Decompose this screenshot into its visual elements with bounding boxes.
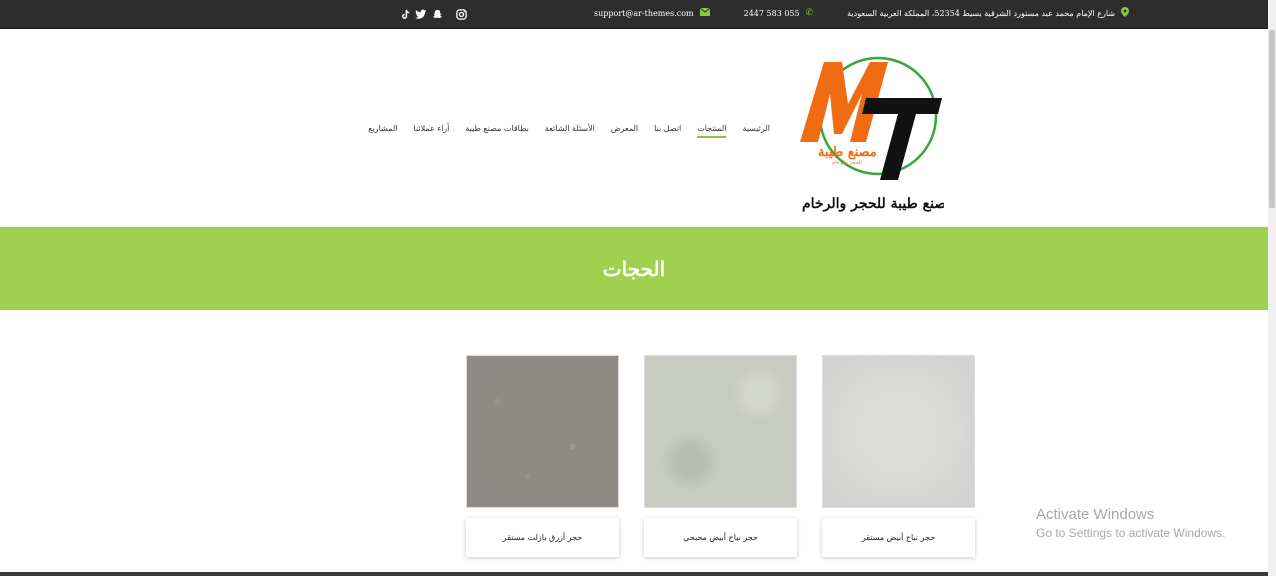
top-bar: support@ar-themes.com 2447 583 055 ✆ شار… <box>0 0 1268 29</box>
product-swatch <box>645 356 796 507</box>
instagram-icon[interactable] <box>455 8 467 20</box>
product-swatch <box>467 356 618 507</box>
product-name[interactable]: حجر نباح أبيض مستقر <box>822 518 975 557</box>
email-text[interactable]: support@ar-themes.com <box>594 9 694 18</box>
product-image-white-textured[interactable] <box>644 355 797 508</box>
scrollbar-thumb[interactable] <box>1269 30 1275 208</box>
snapchat-icon[interactable] <box>431 8 443 20</box>
nav-cards[interactable]: بطاقات مصنع طيبة <box>465 124 528 138</box>
product-name[interactable]: حجر أزرق بازلت مستقر <box>466 518 619 557</box>
nav-projects[interactable]: المشاريع <box>368 124 397 138</box>
logo-arabic-title: مصنع طيبة للحجر والرخام <box>802 196 944 212</box>
main-nav: الرئيسية المنتجات اتصل بنا المعرض الأسئل… <box>368 124 770 138</box>
nav-faq[interactable]: الأسئلة الشائعة <box>545 124 595 138</box>
page-banner: الحجات <box>0 227 1268 310</box>
activation-watermark-subtitle: Go to Settings to activate Windows. <box>1036 526 1226 540</box>
nav-gallery[interactable]: المعرض <box>611 124 638 138</box>
nav-products[interactable]: المنتجات <box>697 124 727 138</box>
nav-home[interactable]: الرئيسية <box>742 124 770 138</box>
logo-small-text: مصنع طيبة <box>818 145 877 160</box>
product-image-basalt[interactable] <box>466 355 619 508</box>
email-icon <box>699 7 710 18</box>
location-pin-icon <box>1121 7 1130 19</box>
phone-text[interactable]: 2447 583 055 <box>744 9 800 18</box>
site-logo[interactable]: مصنع طيبة للحجر والرخام مصنع طيبة للحجر … <box>796 54 954 216</box>
logo-graphic: مصنع طيبة للحجر والرخام مصنع طيبة للحجر … <box>800 56 954 212</box>
logo-tiny-text: للحجر والرخام <box>832 160 862 166</box>
product-swatch <box>823 356 974 507</box>
contact-info: support@ar-themes.com 2447 583 055 ✆ شار… <box>594 7 1130 19</box>
tiktok-icon[interactable] <box>399 8 411 20</box>
activation-watermark-title: Activate Windows <box>1036 506 1155 523</box>
twitter-icon[interactable] <box>415 8 427 20</box>
nav-testimonials[interactable]: آراء عملائنا <box>414 124 450 138</box>
page-title: الحجات <box>602 256 666 281</box>
bottom-edge <box>0 572 1268 576</box>
phone-icon: ✆ <box>805 8 814 18</box>
address-text: شارع الإمام محمد عبد مستورد الشرقية بسيط… <box>847 8 1116 18</box>
product-image-white[interactable] <box>822 355 975 508</box>
product-name[interactable]: حجر نباح أبيض محبحي <box>644 518 797 557</box>
nav-contact[interactable]: اتصل بنا <box>654 124 681 138</box>
social-links <box>399 8 467 20</box>
